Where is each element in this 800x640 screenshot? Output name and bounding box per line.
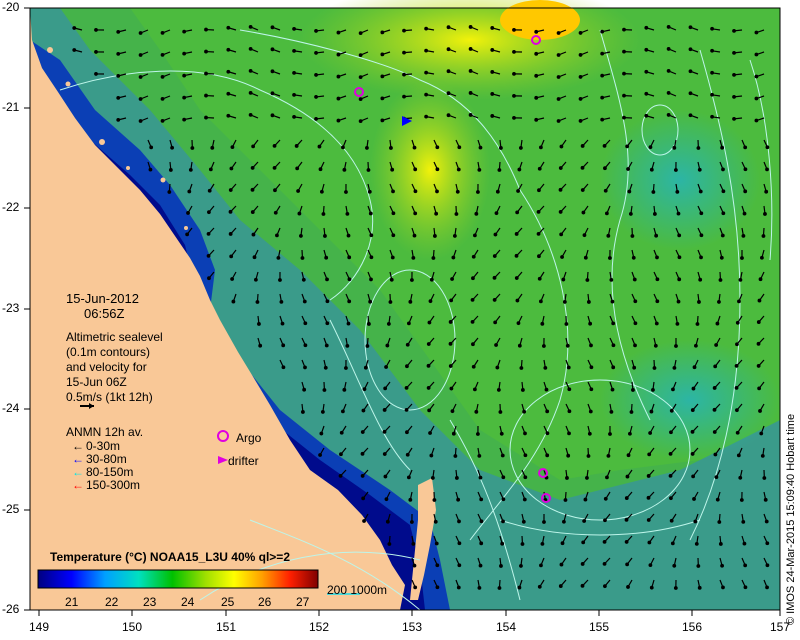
y-axis-tick-label: -20 xyxy=(2,0,20,14)
y-axis-tick-label: -24 xyxy=(2,401,20,415)
x-axis-tick-label: 151 xyxy=(216,620,237,634)
anmn-legend-title: ANMN 12h av. xyxy=(66,425,144,439)
altimetry-line: 15-Jun 06Z xyxy=(66,375,127,389)
date-label: 15-Jun-2012 xyxy=(66,291,139,306)
colorbar-tick-label: 21 xyxy=(65,595,79,609)
anmn-legend-item: ← 0-30m xyxy=(72,439,121,453)
credit-text: © IMOS 24-Mar-2015 15:09:40 Hobart time xyxy=(785,413,797,625)
x-axis-tick-label: 150 xyxy=(122,620,143,634)
altimetry-line: Altimetric sealevel xyxy=(66,330,163,344)
y-axis-tick-label: -25 xyxy=(2,502,20,516)
colorbar-tick-label: 27 xyxy=(296,595,310,609)
colorbar-tick-label: 24 xyxy=(181,595,195,609)
x-axis-tick-label: 156 xyxy=(682,620,703,634)
y-axis-tick-label: -21 xyxy=(2,100,20,114)
y-axis-tick-label: -26 xyxy=(2,602,20,616)
colorbar-tick-label: 26 xyxy=(258,595,272,609)
x-axis-tick-label: 155 xyxy=(589,620,610,634)
y-axis-tick-label: -23 xyxy=(2,301,20,315)
argo-legend-label: Argo xyxy=(236,431,262,445)
altimetry-line: and velocity for xyxy=(66,360,147,374)
colorbar-title: Temperature (°C) NOAA15_L3U 40% ql>=2 xyxy=(50,550,290,564)
y-axis-tick-label: -22 xyxy=(2,200,20,214)
altimetry-line: (0.1m contours) xyxy=(66,345,151,359)
drifter-legend-label: drifter xyxy=(228,454,259,468)
x-axis-tick-label: 153 xyxy=(402,620,423,634)
time-label: 06:56Z xyxy=(84,306,125,321)
sst-map: 149 150 151 152 153 154 155 156 157 -20 -21 -22 -23… xyxy=(0,0,800,640)
colorbar-tick-label: 23 xyxy=(143,595,157,609)
x-axis-tick-label: 152 xyxy=(309,620,330,634)
x-axis-tick-label: 154 xyxy=(496,620,517,634)
x-axis-tick-label: 149 xyxy=(29,620,50,634)
colorbar-tick-label: 22 xyxy=(105,595,119,609)
colorbar-tick-label: 25 xyxy=(221,595,235,609)
colorbar xyxy=(37,569,319,589)
anmn-legend-item: ← 80-150m xyxy=(72,465,134,479)
contour-legend-label: 200 1000m xyxy=(327,583,388,597)
altimetry-line: 0.5m/s (1kt 12h) xyxy=(66,390,153,404)
anmn-legend-item: ← 150-300m xyxy=(72,478,141,492)
anmn-legend-item: ← 30-80m xyxy=(72,452,127,466)
